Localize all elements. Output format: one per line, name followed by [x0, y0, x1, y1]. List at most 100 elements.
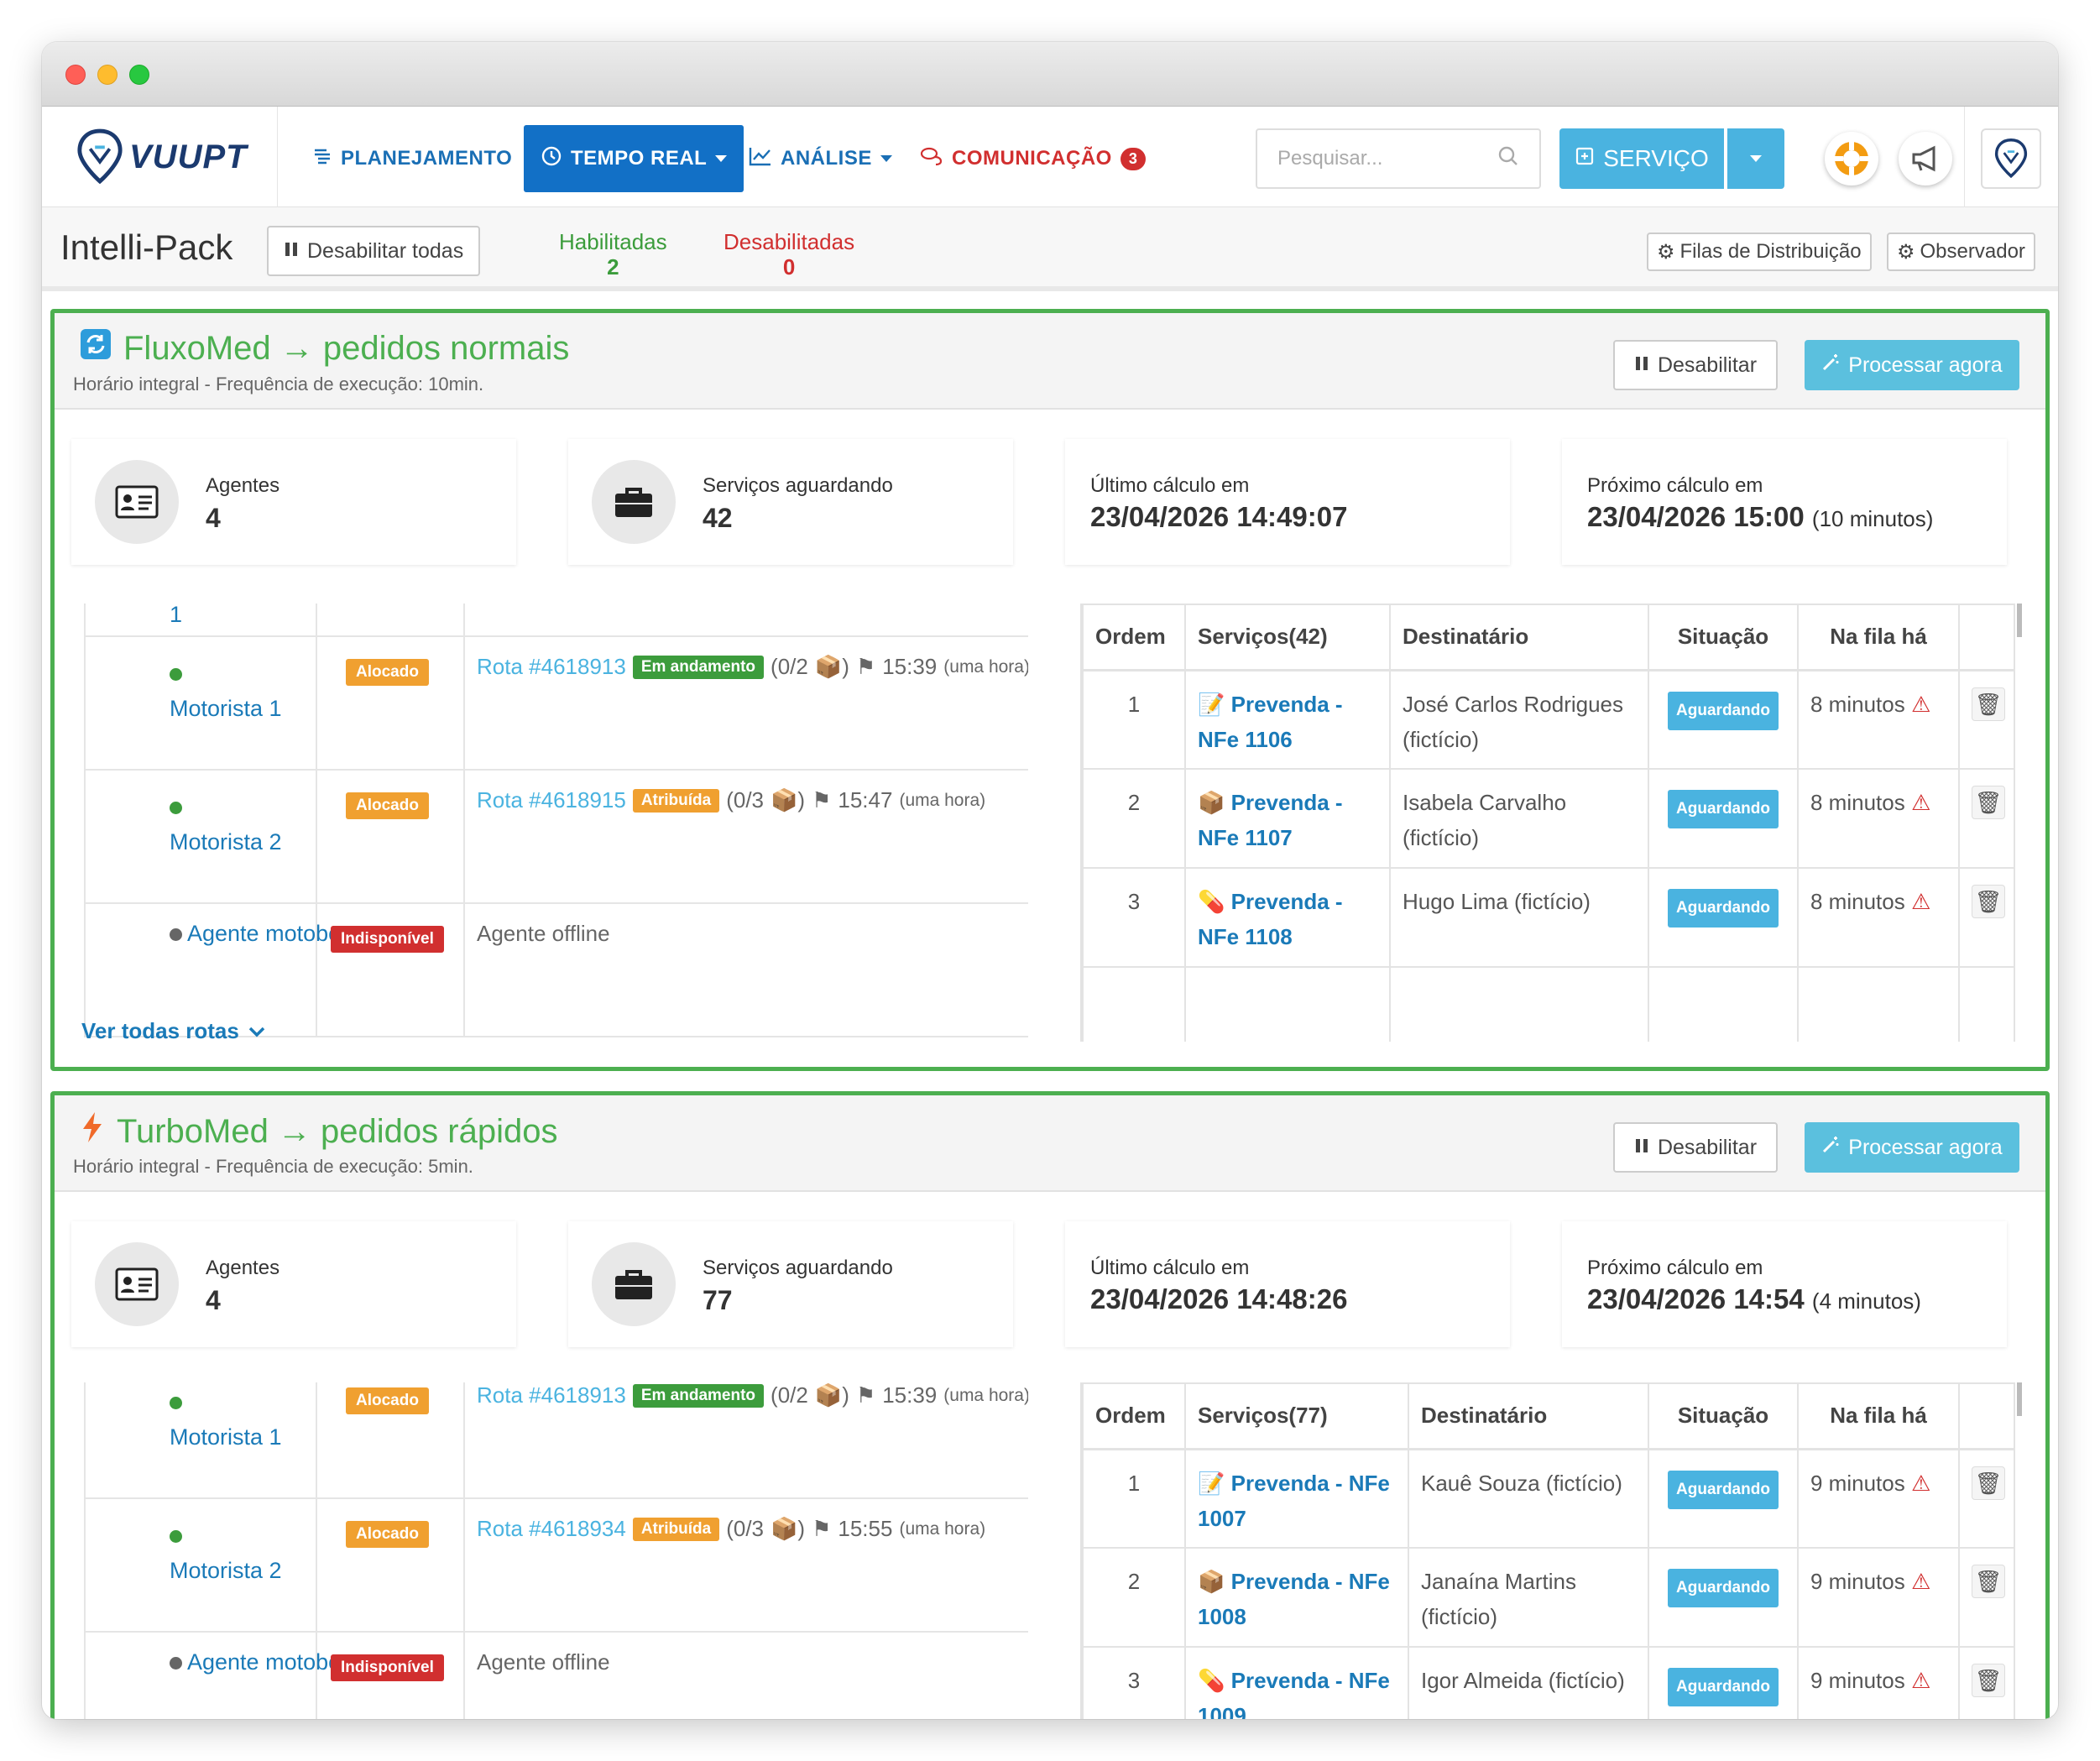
table-row [1082, 966, 2015, 1042]
nav-planejamento-label: PLANEJAMENTO [341, 147, 513, 170]
agent-name-link[interactable]: Motorista 2 [170, 1518, 282, 1588]
disable-button[interactable]: Desabilitar [1613, 1122, 1778, 1173]
waiting-services-stat-card: Serviços aguardando 42 [568, 439, 1013, 565]
online-status-dot [170, 1397, 182, 1410]
panel-title: TurboMed → pedidos rápidos [80, 1110, 557, 1152]
panel-header: FluxoMed → pedidos normais Horário integ… [55, 313, 2045, 410]
search-input[interactable]: Pesquisar... [1256, 128, 1541, 189]
intellipack-header: Intelli-Pack Desabilitar todas Habilitad… [42, 207, 2058, 291]
last-calc-stat-card: Último cálculo em 23/04/2026 14:49:07 [1065, 439, 1510, 565]
chevron-down-icon [880, 155, 892, 162]
nav-tempo-real-label: TEMPO REAL [571, 147, 708, 170]
services-table[interactable]: Ordem Serviços(77) Destinatário Situação… [1080, 1382, 2022, 1719]
status-cell: Aguardando [1648, 867, 1799, 968]
agent-name-partial: 1 [170, 604, 183, 627]
route-link[interactable]: Rota #4618913 [477, 1382, 626, 1408]
route-link[interactable]: Rota #4618913 [477, 654, 626, 680]
route-link[interactable]: Rota #4618915 [477, 787, 626, 813]
agent-name-link[interactable]: Motorista 1 [170, 656, 282, 726]
nav-analise-label: ANÁLISE [781, 147, 872, 170]
agent-name-link[interactable]: Motorista 1 [170, 1384, 282, 1455]
next-calc-stat-card: Próximo cálculo em 23/04/2026 15:00 (10 … [1562, 439, 2007, 565]
warning-icon: ⚠ [1910, 1470, 1931, 1496]
column-header: Destinatário [1389, 604, 1649, 671]
nav-analise[interactable]: ANÁLISE [749, 125, 892, 192]
maximize-window-button[interactable] [129, 65, 149, 85]
agent-name-link[interactable]: Agente motoboy [170, 1644, 353, 1680]
agents-list[interactable]: 1 Motorista 1 Alocado Rota #4618913 Em a… [84, 604, 1028, 1042]
trash-icon[interactable]: 🗑 [1972, 687, 2005, 721]
agent-name-link[interactable]: Agente motoboy [170, 916, 353, 951]
waiting-status-badge: Aguardando [1668, 691, 1779, 730]
see-all-routes-link[interactable]: Ver todas rotas [81, 1018, 266, 1044]
route-status-badge: Atribuída [632, 788, 720, 813]
column-header: Serviços(77) [1184, 1382, 1409, 1450]
profile-menu-button[interactable] [1981, 128, 2041, 189]
observer-button[interactable]: ⚙ Observador [1887, 233, 2035, 271]
table-scrollbar[interactable] [2017, 1382, 2022, 1416]
nav-comunicacao[interactable]: COMUNICAÇÃO 3 [920, 125, 1147, 192]
order-cell: 1 [1082, 669, 1186, 770]
order-cell: 3 [1082, 867, 1186, 968]
search-placeholder: Pesquisar... [1277, 147, 1383, 170]
package-icon: 📦) [771, 787, 806, 813]
agents-list[interactable]: Motorista 1 Alocado Rota #4618913 Em and… [84, 1382, 1028, 1719]
agents-value: 4 [206, 503, 221, 533]
service-dropdown-toggle[interactable] [1727, 128, 1784, 189]
distribution-queues-button[interactable]: ⚙ Filas de Distribuição [1647, 233, 1872, 271]
nav-planejamento[interactable]: PLANEJAMENTO [312, 125, 512, 192]
table-scrollbar[interactable] [2017, 604, 2022, 637]
package-icon: 📦 [1198, 790, 1225, 815]
disable-all-label: Desabilitar todas [307, 238, 464, 263]
trash-icon[interactable]: 🗑 [1972, 786, 2005, 819]
pause-icon [284, 239, 299, 264]
trash-icon[interactable]: 🗑 [1972, 1664, 2005, 1697]
actions-cell: 🗑 [1958, 1547, 2015, 1648]
wait-time: 9 minutos [1810, 1668, 1905, 1693]
column-header: Na fila há [1797, 1382, 1960, 1450]
close-window-button[interactable] [65, 65, 86, 85]
status-cell: Aguardando [1648, 1646, 1799, 1719]
vuupt-logo[interactable]: VUUPT [76, 125, 248, 189]
megaphone-icon [1912, 145, 1935, 172]
wait-cell: 8 minutos ⚠ [1797, 768, 1960, 869]
minimize-window-button[interactable] [97, 65, 118, 85]
agents-value: 4 [206, 1285, 221, 1315]
next-calc-value: 23/04/2026 14:54 [1587, 1283, 1805, 1314]
warning-icon: ⚠ [1910, 1569, 1931, 1594]
waiting-services-stat-card: Serviços aguardando 77 [568, 1221, 1013, 1347]
disable-button[interactable]: Desabilitar [1613, 340, 1778, 390]
next-calc-label: Próximo cálculo em [1587, 1257, 1763, 1279]
process-now-button[interactable]: Processar agora [1805, 1122, 2019, 1173]
disable-all-button[interactable]: Desabilitar todas [267, 226, 481, 276]
column-header: Na fila há [1797, 604, 1960, 671]
help-button[interactable] [1825, 132, 1878, 186]
agent-row: Motorista 2 Alocado Rota #4618915 Atribu… [84, 771, 1028, 904]
next-calc-display: 23/04/2026 14:54 (4 minutos) [1587, 1283, 1921, 1315]
window-titlebar [42, 42, 2058, 107]
chevron-down-icon [248, 1018, 266, 1044]
trash-icon[interactable]: 🗑 [1972, 885, 2005, 918]
online-status-dot [170, 802, 182, 815]
agent-status-badge: Alocado [346, 1387, 429, 1414]
trash-icon[interactable]: 🗑 [1972, 1466, 2005, 1500]
recipient-cell: Igor Almeida (fictício) [1408, 1646, 1649, 1719]
nav-tempo-real[interactable]: TEMPO REAL [524, 125, 744, 192]
route-status-badge: Em andamento [632, 655, 765, 679]
service-link[interactable]: Prevenda - NFe 1007 [1198, 1471, 1390, 1531]
process-now-label: Processar agora [1848, 1135, 2003, 1159]
agent-name-link[interactable]: Motorista 2 [170, 789, 282, 860]
package-icon: 📦) [771, 1516, 806, 1541]
process-now-button[interactable]: Processar agora [1805, 340, 2019, 390]
chevron-down-icon [1750, 155, 1762, 162]
services-table[interactable]: Ordem Serviços(42) Destinatário Situação… [1080, 604, 2022, 1042]
wait-time: 8 minutos [1810, 790, 1905, 815]
sync-icon [80, 328, 112, 368]
nav-comunicacao-label: COMUNICAÇÃO [952, 147, 1112, 170]
announcements-button[interactable] [1899, 132, 1952, 186]
service-link[interactable]: Prevenda - NFe 1009 [1198, 1668, 1390, 1719]
route-link[interactable]: Rota #4618934 [477, 1516, 626, 1542]
add-service-button[interactable]: SERVIÇO [1559, 128, 1724, 189]
service-link[interactable]: Prevenda - NFe 1008 [1198, 1569, 1390, 1629]
trash-icon[interactable]: 🗑 [1972, 1565, 2005, 1598]
